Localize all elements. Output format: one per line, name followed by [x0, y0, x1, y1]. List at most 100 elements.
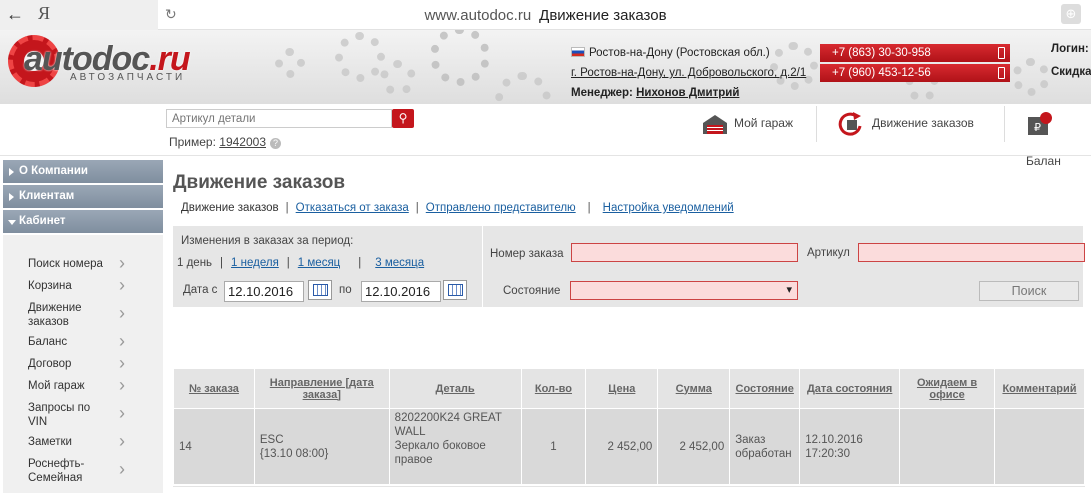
calendar-icon[interactable]	[443, 280, 467, 300]
table-bottom-border	[173, 486, 1085, 487]
decorative-gear	[770, 42, 818, 90]
balance-icon: ₽	[1028, 111, 1052, 135]
address-domain: www.autodoc.ru	[424, 7, 532, 24]
table-row[interactable]: 14 ESC {13.10 08:00} 8202200K24 GREAT WAL…	[173, 408, 1086, 485]
column-header[interactable]: № заказа	[173, 368, 255, 409]
date-to-input[interactable]	[361, 281, 441, 302]
cell-expected	[899, 408, 995, 485]
sidebar-section-cabinet[interactable]: Кабинет	[3, 210, 163, 233]
example-number-link[interactable]: 1942003	[219, 135, 266, 149]
cell-state-date: 12.10.2016 17:20:30	[799, 408, 901, 485]
nav-my-garage-label: Мой гараж	[734, 116, 794, 130]
orders-table: № заказа Направление [дата заказа] Детал…	[173, 368, 1086, 485]
address-page-title: Движение заказов	[539, 7, 667, 24]
sidebar: О Компании Клиентам Кабинет Поиск номера…	[3, 160, 163, 493]
date-from-label: Дата с	[183, 284, 218, 296]
tab-order-movement[interactable]: Движение заказов	[181, 202, 279, 214]
nav-balance[interactable]: ₽ Балан	[1026, 104, 1091, 168]
decorative-gear	[380, 60, 416, 96]
order-tabs: Движение заказов | Отказаться от заказа | От…	[173, 202, 734, 214]
column-header[interactable]: Комментарий	[993, 368, 1086, 409]
sidebar-item-order-movement[interactable]: Движение заказов	[3, 298, 163, 332]
period-1-month[interactable]: 1 месяц	[298, 257, 340, 269]
period-options: 1 день | 1 неделя | 1 месяц | 3 месяца	[177, 257, 424, 269]
cell-sum: 2 452,00	[657, 408, 731, 485]
date-to-label: по	[339, 284, 352, 296]
mobile-phone-icon	[998, 67, 1005, 79]
nav-order-movement[interactable]: Движение заказов	[836, 104, 974, 144]
period-3-months[interactable]: 3 месяца	[375, 257, 424, 269]
nav-order-movement-label: Движение заказов	[872, 116, 974, 130]
decorative-gear	[335, 32, 385, 82]
logo-subtitle: АВТОЗАПЧАСТИ	[70, 72, 186, 83]
search-icon[interactable]: ⚲	[392, 109, 414, 128]
state-select[interactable]	[570, 281, 798, 300]
cell-quantity: 1	[520, 408, 587, 485]
column-header[interactable]: Цена	[585, 368, 659, 409]
tab-notification-settings[interactable]: Настройка уведомлений	[603, 202, 734, 214]
order-number-label: Номер заказа	[490, 248, 564, 260]
cell-part: 8202200K24 GREAT WALL Зеркало боковое пра…	[388, 408, 522, 485]
sidebar-item-cart[interactable]: Корзина	[3, 276, 163, 298]
tab-separator: |	[587, 202, 591, 214]
article-label: Артикул	[807, 247, 850, 259]
address-bar[interactable]: www.autodoc.ru Движение заказов	[0, 7, 1091, 24]
period-separator: |	[220, 257, 224, 269]
search-button[interactable]: Поиск	[979, 281, 1079, 301]
article-filter-input[interactable]	[858, 243, 1085, 262]
date-from-input[interactable]	[224, 281, 304, 302]
sidebar-item-contract[interactable]: Договор	[3, 354, 163, 376]
period-separator: |	[286, 257, 290, 269]
decorative-gear	[430, 30, 490, 86]
phone-text: +7 (863) 30-30-958	[832, 47, 931, 59]
sidebar-item-notes[interactable]: Заметки	[3, 432, 163, 454]
column-header[interactable]: Направление [дата заказа]	[253, 368, 390, 409]
manager-info: Менеджер: Нихонов Дмитрий	[571, 87, 739, 99]
sidebar-item-balance[interactable]: Баланс	[3, 332, 163, 354]
cell-direction: ESC {13.10 08:00}	[253, 408, 390, 485]
sidebar-item-rosneft-family[interactable]: Роснефть-Семейная	[3, 454, 163, 488]
tab-separator: |	[285, 202, 289, 214]
sidebar-item-vin-requests[interactable]: Запросы по VIN	[3, 398, 163, 432]
nav-balance-label: Балан	[1026, 154, 1061, 168]
column-header[interactable]: Сумма	[657, 368, 731, 409]
tab-separator: |	[415, 202, 419, 214]
search-toolbar: ⚲ Пример: 1942003? Мой гараж Движение за…	[0, 104, 1091, 168]
order-date: {13.10 08:00}	[259, 447, 329, 460]
sidebar-item-number-search[interactable]: Поиск номера	[3, 254, 163, 276]
discount-label: Скидка	[1051, 66, 1091, 78]
phone-number-1[interactable]: +7 (863) 30-30-958	[820, 44, 1010, 62]
filter-panel: Изменения в заказах за период: 1 день | 1 …	[173, 226, 1085, 307]
column-header[interactable]: Деталь	[388, 368, 522, 409]
column-header[interactable]: Кол-во	[520, 368, 587, 409]
sidebar-item-my-garage[interactable]: Мой гараж	[3, 376, 163, 398]
period-1-week[interactable]: 1 неделя	[231, 257, 279, 269]
sidebar-menu: Поиск номера Корзина Движение заказов Ба…	[3, 235, 163, 493]
mobile-phone-icon	[998, 47, 1005, 59]
garage-icon	[703, 114, 727, 134]
part-number: 8202200K24 GREAT WALL	[394, 412, 502, 438]
region-selector[interactable]: Ростов-на-Дону (Ростовская обл.)	[571, 47, 770, 59]
order-number-input[interactable]	[571, 243, 798, 262]
tab-cancel-order[interactable]: Отказаться от заказа	[296, 202, 409, 214]
calendar-icon[interactable]	[308, 280, 332, 300]
office-address-link[interactable]: г. Ростов-на-Дону, ул. Добровольского, д…	[571, 67, 806, 79]
sidebar-section-clients[interactable]: Клиентам	[3, 185, 163, 208]
help-icon[interactable]: ?	[270, 138, 281, 149]
cell-price: 2 452,00	[585, 408, 659, 485]
nav-my-garage[interactable]: Мой гараж	[702, 104, 793, 144]
phone-number-2[interactable]: +7 (960) 453-12-56	[820, 64, 1010, 82]
phone-text: +7 (960) 453-12-56	[832, 67, 931, 79]
globe-icon[interactable]: ⊕	[1061, 4, 1081, 24]
decorative-gear	[275, 48, 305, 78]
state-label: Состояние	[503, 285, 561, 297]
tab-sent-to-representative[interactable]: Отправлено представителю	[426, 202, 576, 214]
column-header[interactable]: Дата состояния	[799, 368, 901, 409]
direction-code: ESC	[259, 433, 284, 446]
column-header[interactable]: Ожидаем в офисе	[899, 368, 995, 409]
period-1-day[interactable]: 1 день	[177, 257, 212, 269]
article-search-input[interactable]	[166, 109, 392, 128]
sidebar-section-company[interactable]: О Компании	[3, 160, 163, 183]
manager-name-link[interactable]: Нихонов Дмитрий	[636, 87, 739, 99]
column-header[interactable]: Состояние	[729, 368, 801, 409]
